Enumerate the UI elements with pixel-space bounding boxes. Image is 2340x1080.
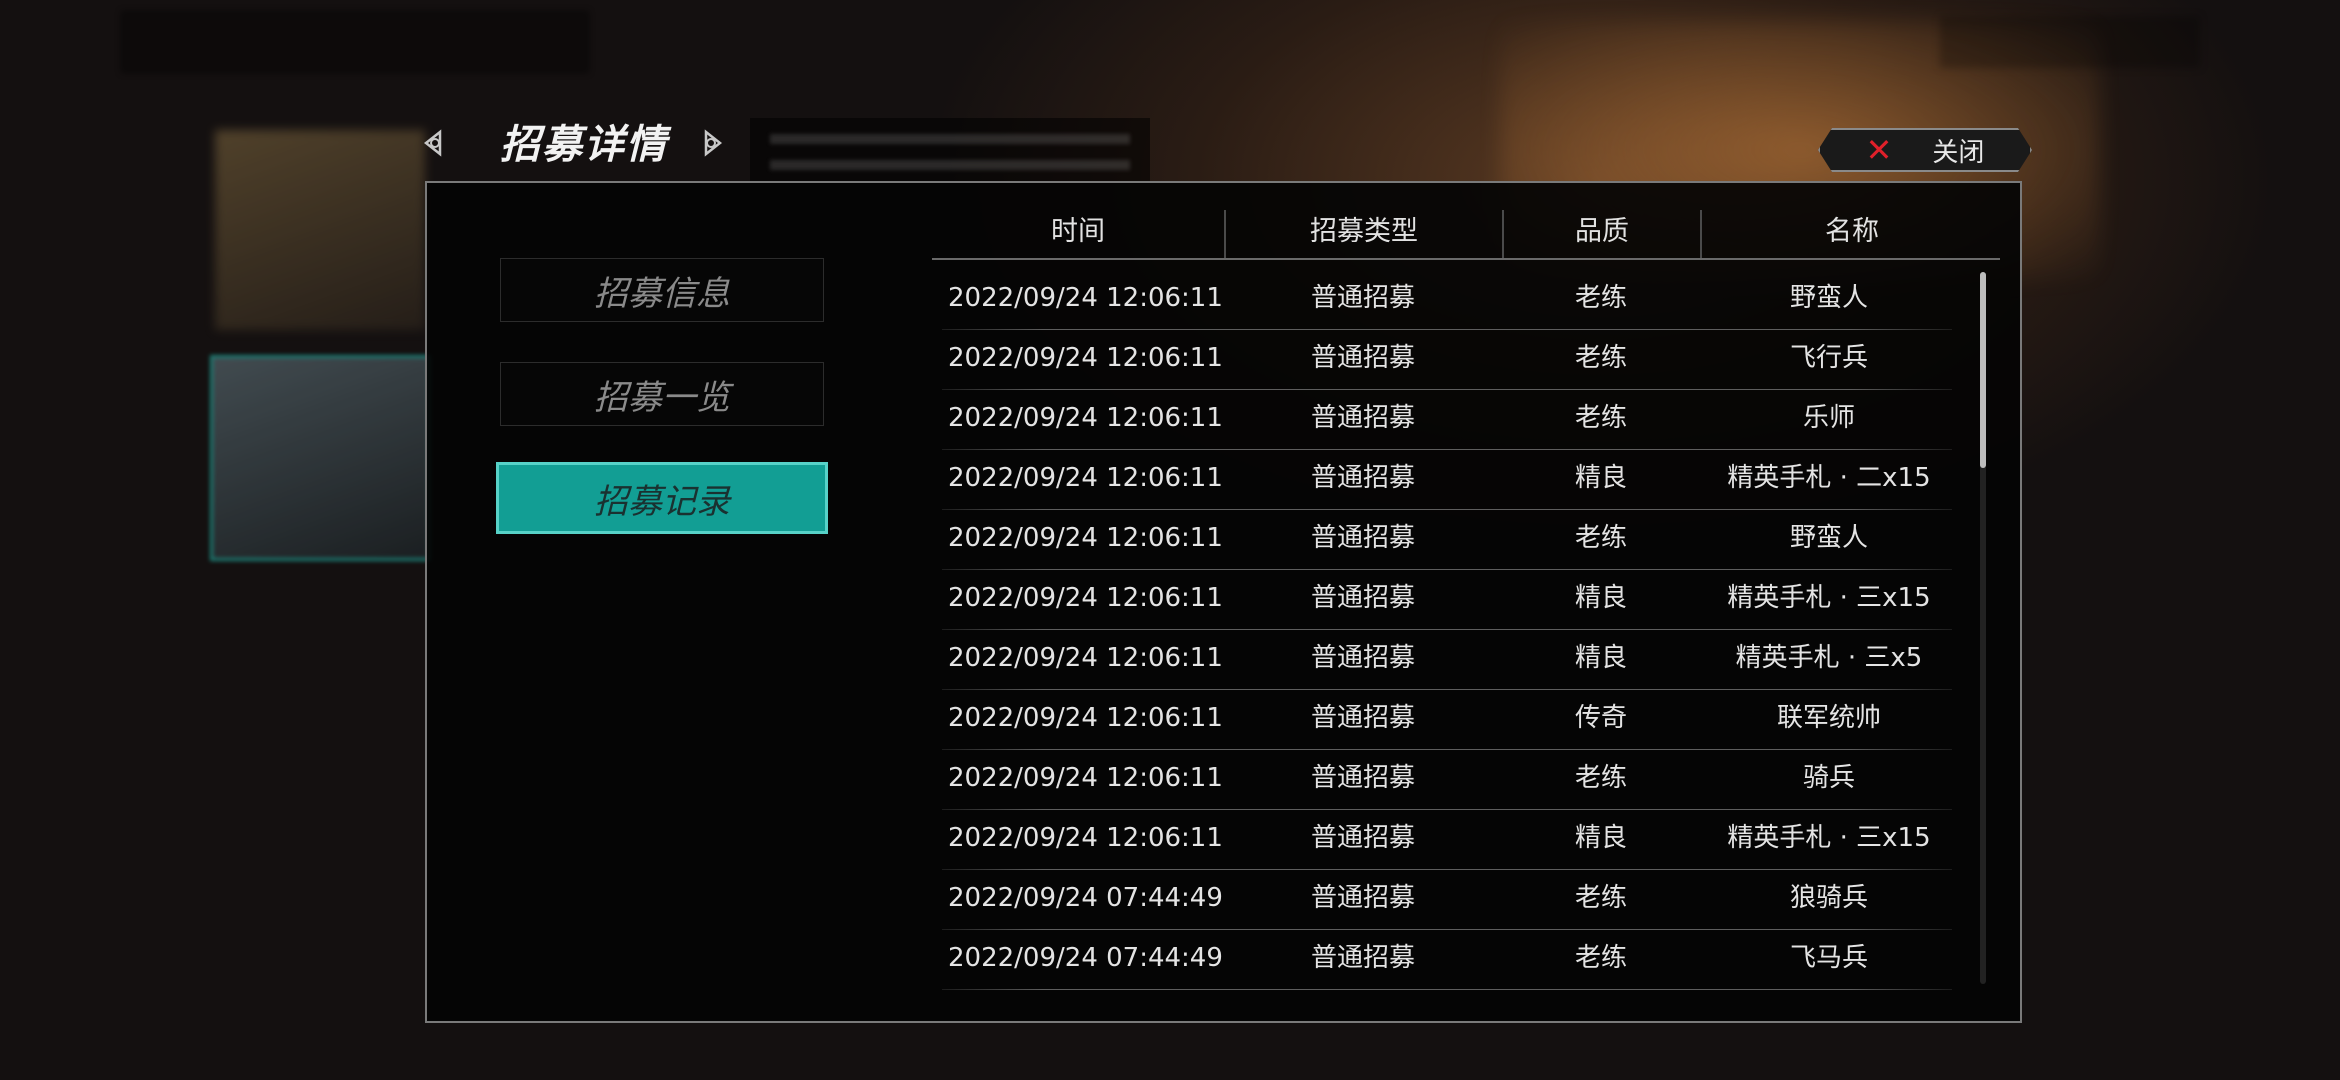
cell-quality: 老练	[1574, 283, 1627, 313]
cell-type: 普通招募	[1310, 823, 1415, 853]
table-header: 时间 招募类型 品质 名称	[932, 210, 2000, 260]
cell-name: 精英手札 · 三x15	[1727, 823, 1931, 853]
cell-time: 2022/09/24 12:06:11	[948, 403, 1223, 433]
close-x-icon: ✕	[1865, 131, 1893, 169]
cell-time: 2022/09/24 12:06:11	[948, 523, 1223, 553]
cell-type: 普通招募	[1310, 523, 1415, 553]
triquetra-right-icon	[704, 129, 723, 157]
cell-name: 精英手札 · 三x15	[1727, 583, 1931, 613]
background-top-bar	[120, 10, 590, 74]
tab-recruit-info[interactable]: 招募信息	[500, 258, 824, 322]
tab-label: 招募一览	[594, 377, 730, 418]
cell-time: 2022/09/24 12:06:11	[948, 343, 1223, 373]
recruit-record-list: 2022/09/24 12:06:11 普通招募 老练 野蛮人 2022/09/…	[932, 270, 1952, 990]
cell-type: 普通招募	[1310, 343, 1415, 373]
table-row: 2022/09/24 07:44:49 普通招募 老练 飞马兵	[932, 930, 1952, 990]
table-row: 2022/09/24 12:06:11 普通招募 精良 精英手札 · 三x5	[932, 630, 1952, 690]
cell-type: 普通招募	[1310, 283, 1415, 313]
cell-name: 飞马兵	[1789, 943, 1868, 973]
cell-name: 精英手札 · 三x5	[1735, 643, 1923, 673]
table-row: 2022/09/24 12:06:11 普通招募 精良 精英手札 · 三x15	[932, 570, 1952, 630]
cell-time: 2022/09/24 12:06:11	[948, 583, 1223, 613]
cell-time: 2022/09/24 12:06:11	[948, 283, 1223, 313]
column-header-type: 招募类型	[1224, 210, 1502, 258]
cell-quality: 老练	[1574, 883, 1627, 913]
cell-quality: 老练	[1574, 403, 1627, 433]
background-top-right-bar	[1940, 16, 2200, 68]
column-header-quality: 品质	[1502, 210, 1700, 258]
cell-type: 普通招募	[1310, 583, 1415, 613]
tab-recruit-overview[interactable]: 招募一览	[500, 362, 824, 426]
cell-quality: 老练	[1574, 943, 1627, 973]
cell-name: 骑兵	[1802, 763, 1855, 793]
cell-quality: 老练	[1574, 343, 1627, 373]
tab-label: 招募信息	[594, 273, 730, 314]
prev-arrow-icon[interactable]	[418, 126, 452, 160]
cell-quality: 精良	[1574, 463, 1627, 493]
table-row: 2022/09/24 12:06:11 普通招募 精良 精英手札 · 二x15	[932, 450, 1952, 510]
cell-type: 普通招募	[1310, 643, 1415, 673]
cell-quality: 传奇	[1574, 703, 1627, 733]
table-row: 2022/09/24 12:06:11 普通招募 老练 野蛮人	[932, 270, 1952, 330]
cell-time: 2022/09/24 12:06:11	[948, 823, 1223, 853]
table-row: 2022/09/24 12:06:11 普通招募 老练 骑兵	[932, 750, 1952, 810]
cell-type: 普通招募	[1310, 883, 1415, 913]
cell-type: 普通招募	[1310, 943, 1415, 973]
page-title: 招募详情	[500, 122, 668, 168]
cell-name: 乐师	[1802, 403, 1855, 433]
cell-type: 普通招募	[1310, 463, 1415, 493]
cell-quality: 精良	[1574, 643, 1627, 673]
cell-quality: 老练	[1574, 523, 1627, 553]
cell-time: 2022/09/24 07:44:49	[948, 943, 1223, 973]
close-button-label: 关闭	[1932, 137, 1985, 168]
cell-time: 2022/09/24 12:06:11	[948, 703, 1223, 733]
table-row: 2022/09/24 12:06:11 普通招募 精良 精英手札 · 三x15	[932, 810, 1952, 870]
cell-name: 野蛮人	[1789, 523, 1868, 553]
cell-name: 联军统帅	[1776, 703, 1881, 733]
scrollbar-thumb[interactable]	[1980, 272, 1986, 468]
background-card-selected	[210, 355, 431, 561]
cell-time: 2022/09/24 07:44:49	[948, 883, 1223, 913]
background-tooltip	[750, 118, 1150, 184]
table-row: 2022/09/24 12:06:11 普通招募 老练 飞行兵	[932, 330, 1952, 390]
cell-quality: 精良	[1574, 583, 1627, 613]
table-scrollbar[interactable]	[1980, 272, 1986, 984]
column-header-name: 名称	[1700, 210, 2002, 258]
cell-name: 精英手札 · 二x15	[1727, 463, 1931, 493]
table-row: 2022/09/24 12:06:11 普通招募 老练 乐师	[932, 390, 1952, 450]
cell-time: 2022/09/24 12:06:11	[948, 763, 1223, 793]
cell-type: 普通招募	[1310, 763, 1415, 793]
table-row: 2022/09/24 07:44:49 普通招募 老练 狼骑兵	[932, 870, 1952, 930]
table-row: 2022/09/24 12:06:11 普通招募 传奇 联军统帅	[932, 690, 1952, 750]
cell-type: 普通招募	[1310, 403, 1415, 433]
table-row: 2022/09/24 12:06:11 普通招募 老练 野蛮人	[932, 510, 1952, 570]
column-header-time: 时间	[1051, 216, 1105, 247]
cell-time: 2022/09/24 12:06:11	[948, 463, 1223, 493]
background-card	[215, 130, 425, 330]
tab-label: 招募记录	[594, 481, 730, 522]
close-button[interactable]: ✕ 关闭	[1818, 128, 2032, 172]
cell-quality: 老练	[1574, 763, 1627, 793]
cell-time: 2022/09/24 12:06:11	[948, 643, 1223, 673]
cell-name: 飞行兵	[1789, 343, 1868, 373]
tab-recruit-record[interactable]: 招募记录	[496, 462, 828, 534]
next-arrow-icon[interactable]	[694, 126, 728, 160]
cell-name: 狼骑兵	[1789, 883, 1868, 913]
cell-quality: 精良	[1574, 823, 1627, 853]
cell-name: 野蛮人	[1789, 283, 1868, 313]
cell-type: 普通招募	[1310, 703, 1415, 733]
triquetra-left-icon	[423, 129, 442, 157]
